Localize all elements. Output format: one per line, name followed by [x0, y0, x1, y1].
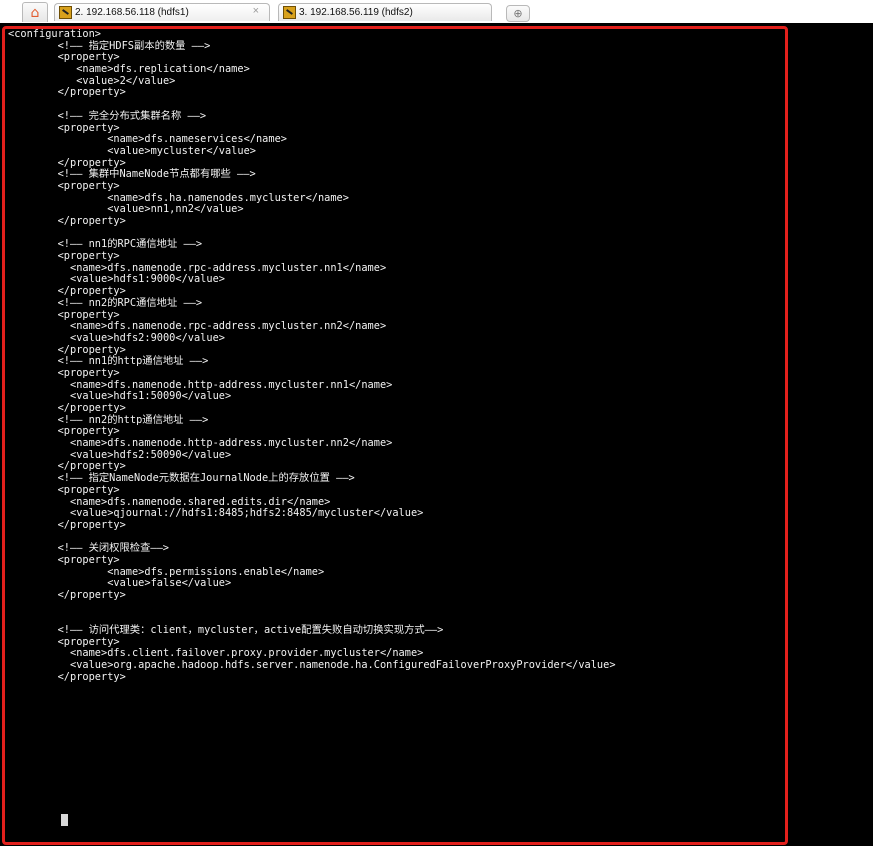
new-tab-button[interactable]: ⊕	[506, 5, 530, 22]
home-icon: ⌂	[30, 4, 40, 21]
annotation-highlight-box	[2, 26, 788, 845]
close-icon[interactable]: ×	[253, 5, 259, 17]
tab-hdfs2[interactable]: 3. 192.168.56.119 (hdfs2)	[278, 3, 492, 21]
terminal-icon	[283, 6, 296, 19]
tab-label: 3. 192.168.56.119 (hdfs2)	[299, 7, 413, 18]
terminal-icon	[59, 6, 72, 19]
plus-icon: ⊕	[513, 7, 523, 20]
bottom-strip	[0, 846, 873, 850]
tab-label: 2. 192.168.56.118 (hdfs1)	[75, 7, 189, 18]
home-tab[interactable]: ⌂	[22, 2, 48, 22]
tab-hdfs1[interactable]: 2. 192.168.56.118 (hdfs1) ×	[54, 3, 270, 21]
tab-bar: ⌂ 2. 192.168.56.118 (hdfs1) × 3. 192.168…	[0, 0, 873, 22]
terminal-cursor	[61, 814, 68, 826]
